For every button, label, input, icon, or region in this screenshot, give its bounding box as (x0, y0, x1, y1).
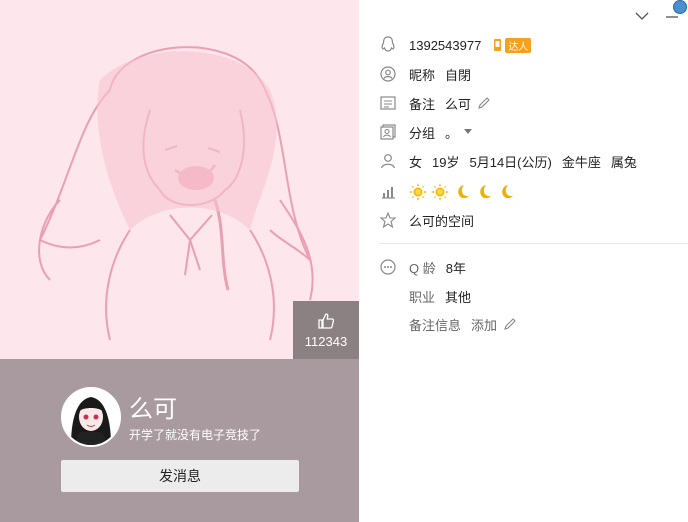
add-label: 添加 (471, 317, 498, 333)
row-remark-info: 备注信息 添加 (409, 313, 517, 335)
row-remark: 备注 么可 (379, 92, 491, 114)
avatar-image (63, 389, 119, 445)
age: 19岁 (432, 154, 460, 170)
row-group: 分组 。 (379, 121, 473, 143)
moon-icon (480, 185, 491, 199)
chevron-down-icon[interactable] (635, 8, 649, 24)
zodiac: 金牛座 (561, 154, 601, 170)
job-label: 职业 (409, 289, 436, 305)
nickname-label: 昵称 (409, 67, 436, 83)
remark-value: 么可 (445, 96, 472, 112)
caret-down-icon (464, 129, 473, 134)
edit-pencil-icon[interactable] (477, 96, 491, 110)
qzone-link[interactable]: 么可的空间 (409, 211, 474, 230)
penguin-icon (379, 36, 397, 54)
row-qq-number: 1392543977 达人 (379, 34, 532, 56)
q-age-label: Q 龄 (409, 260, 436, 276)
group-icon (379, 123, 397, 141)
row-personal: 女 19岁 5月14日(公历) 金牛座 属兔 (379, 150, 637, 172)
qq-level[interactable] (409, 183, 515, 201)
row-q-age: Q 龄 8年 (379, 256, 466, 278)
person-icon (379, 152, 397, 170)
user-circle-icon (379, 65, 397, 83)
like-button[interactable]: 112343 (293, 301, 359, 359)
talent-badge[interactable]: 达人 (489, 37, 532, 53)
profile-nickname: 么可 (129, 396, 177, 423)
bar-chart-icon (379, 183, 397, 201)
badge-label: 达人 (505, 37, 532, 53)
moon-icon (458, 185, 469, 199)
like-count: 112343 (304, 334, 348, 349)
job-value: 其他 (445, 289, 472, 305)
group-label: 分组 (409, 125, 436, 141)
avatar[interactable] (61, 387, 121, 447)
group-dropdown[interactable]: 。 (445, 123, 473, 142)
row-job: 职业 其他 (409, 285, 471, 307)
send-message-button[interactable]: 发消息 (61, 460, 299, 492)
row-nickname: 昵称 自閉 (379, 63, 471, 85)
gender: 女 (409, 154, 423, 170)
edit-pencil-icon (504, 318, 516, 330)
q-age-value: 8年 (445, 260, 466, 276)
moon-icon (502, 185, 513, 199)
star-icon (379, 211, 397, 229)
window-pin-icon[interactable] (673, 0, 687, 14)
add-remark-info-button[interactable]: 添加 (471, 315, 517, 334)
profile-info-panel: 1392543977 达人 昵称 自閉 备注 么可 分组 。 女 19岁 5月1… (359, 0, 688, 522)
thumbs-up-icon (318, 313, 334, 329)
remark-label: 备注 (409, 96, 436, 112)
qq-number[interactable]: 1392543977 (409, 38, 481, 53)
profile-summary: 么可 开学了就没有电子竞技了 发消息 (0, 359, 359, 522)
birthday: 5月14日(公历) (469, 154, 552, 170)
sun-icon (431, 183, 449, 201)
id-card-icon (379, 94, 397, 112)
profile-card-panel: 112343 么可 开学了就没有电子竞技了 发消息 (0, 0, 359, 522)
row-level (379, 181, 515, 203)
sun-icon (409, 183, 427, 201)
nickname-value: 自閉 (445, 67, 472, 83)
profile-signature: 开学了就没有电子竞技了 (129, 428, 262, 442)
remark-info-label: 备注信息 (409, 317, 462, 333)
divider (379, 243, 688, 244)
row-space: 么可的空间 (379, 209, 474, 231)
phone-icon (494, 39, 502, 51)
more-circle-icon (379, 258, 397, 276)
chinese-zodiac: 属兔 (610, 154, 637, 170)
group-value: 。 (445, 125, 459, 141)
